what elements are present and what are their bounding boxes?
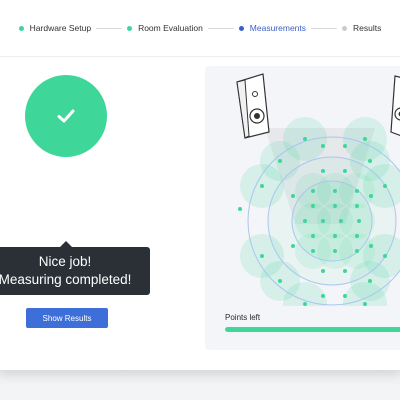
step-active-dot	[238, 25, 244, 31]
step-hardware-setup[interactable]: Hardware Setup	[18, 23, 92, 33]
step-room-evaluation[interactable]: Room Evaluation	[127, 23, 203, 33]
show-results-button[interactable]: Show Results	[26, 308, 108, 328]
tooltip-line2: Measuring completed!	[0, 272, 132, 287]
step-label: Measurements	[249, 23, 307, 33]
step-done-dot	[127, 25, 133, 31]
room-diagram	[236, 73, 400, 306]
step-results[interactable]: Results	[342, 23, 381, 33]
step-connector	[207, 27, 234, 29]
step-label: Results	[353, 23, 382, 33]
measurement-card: Hardware Setup Room Evaluation Measureme…	[0, 0, 400, 370]
progress-stepper: Hardware Setup Room Evaluation Measureme…	[0, 0, 400, 56]
completion-tooltip: Nice job! Measuring completed!	[0, 241, 150, 295]
step-done-dot	[18, 25, 24, 31]
check-icon	[57, 109, 75, 123]
success-badge	[25, 75, 107, 157]
step-connector	[96, 27, 123, 29]
step-label: Room Evaluation	[138, 23, 203, 33]
left-speaker-icon	[236, 73, 270, 139]
step-pending-dot	[342, 25, 348, 31]
right-speaker-icon	[390, 75, 400, 137]
header-divider	[0, 56, 400, 57]
points-progress-fill	[225, 327, 400, 332]
points-progress-bar	[225, 327, 400, 332]
step-label: Hardware Setup	[29, 23, 92, 33]
room-measurement-panel: Points left	[205, 66, 400, 350]
tooltip-line1: Nice job!	[38, 254, 92, 269]
step-measurements[interactable]: Measurements	[238, 23, 307, 33]
points-left-label: Points left	[225, 313, 261, 322]
step-connector	[311, 27, 338, 29]
